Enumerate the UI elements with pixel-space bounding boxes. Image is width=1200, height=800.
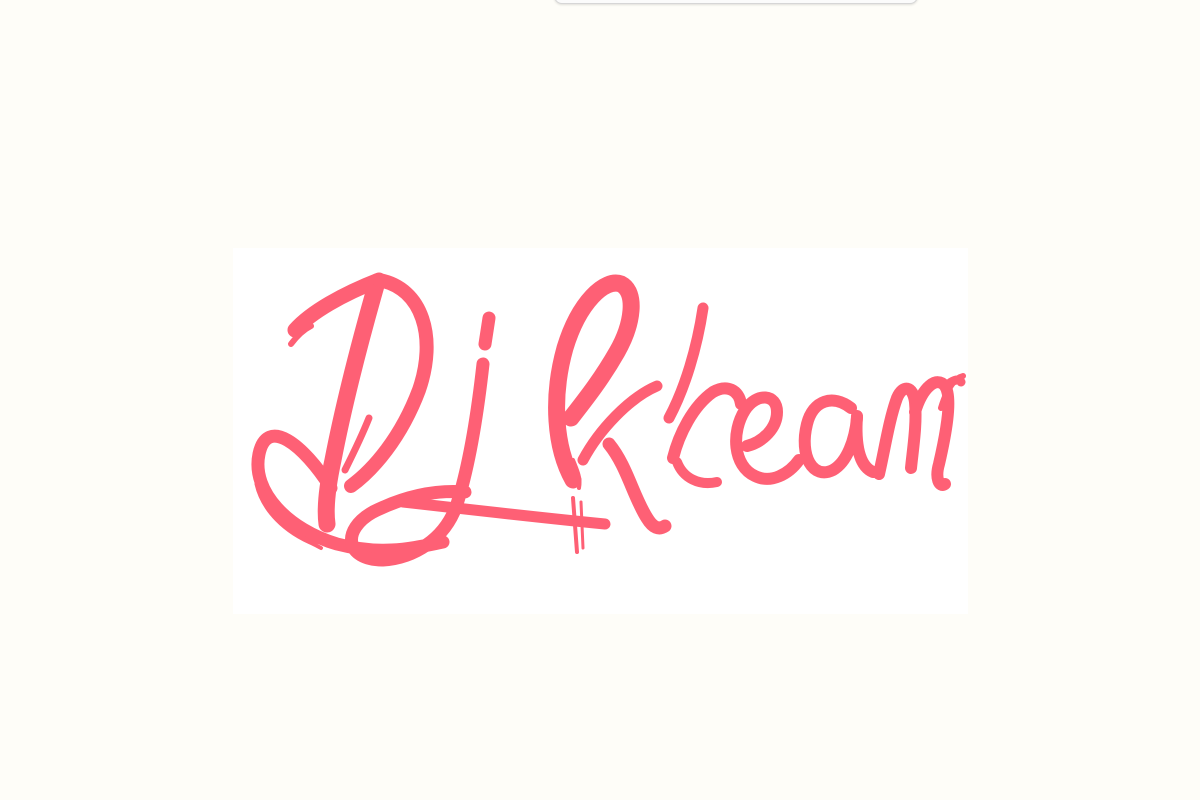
- dj-kream-logo: [251, 272, 966, 567]
- top-edge-tab: [554, 0, 918, 4]
- logo-card: [233, 248, 968, 614]
